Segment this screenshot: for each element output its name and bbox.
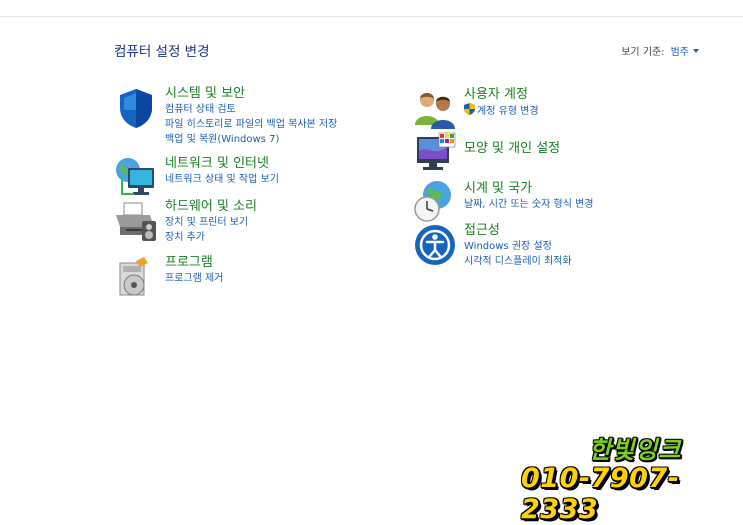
link-date-time-format[interactable]: 날짜, 시간 또는 숫자 형식 변경 (464, 197, 593, 212)
uac-shield-icon (464, 103, 475, 115)
category-title[interactable]: 모양 및 개인 설정 (464, 141, 560, 157)
view-by-label: 보기 기준: (621, 47, 665, 58)
link-file-history[interactable]: 파일 히스토리로 파일의 백업 복사본 저장 (165, 117, 337, 132)
category-title[interactable]: 시계 및 국가 (464, 181, 593, 197)
link-add-device[interactable]: 장치 추가 (165, 230, 257, 245)
clock-globe-icon (414, 181, 451, 222)
link-optimize-display[interactable]: 시각적 디스플레이 최적화 (464, 254, 572, 269)
link-devices-printers[interactable]: 장치 및 프린터 보기 (165, 215, 257, 230)
printer-icon (116, 202, 156, 241)
category-title[interactable]: 사용자 계정 (464, 87, 539, 103)
link-review-status[interactable]: 컴퓨터 상태 검토 (165, 102, 337, 117)
link-backup-restore[interactable]: 백업 및 복원(Windows 7) (165, 132, 337, 147)
page-title: 컴퓨터 설정 변경 (114, 44, 210, 60)
top-divider (0, 16, 743, 17)
category-title[interactable]: 시스템 및 보안 (165, 86, 337, 102)
category-title[interactable]: 접근성 (464, 223, 572, 239)
ease-of-access-icon (415, 225, 455, 265)
link-windows-recommended[interactable]: Windows 권장 설정 (464, 239, 572, 254)
shield-icon (120, 89, 152, 128)
view-by-value: 범주 (670, 47, 689, 58)
category-title[interactable]: 네트워크 및 인터넷 (165, 156, 279, 172)
link-uninstall-program[interactable]: 프로그램 제거 (165, 271, 223, 286)
watermark-name: 한빛잉크 (589, 436, 682, 464)
view-by-dropdown[interactable]: 범주 (671, 47, 699, 58)
category-title[interactable]: 프로그램 (165, 255, 223, 271)
chevron-down-icon (693, 49, 699, 53)
link-label: 계정 유형 변경 (477, 106, 539, 117)
link-network-status[interactable]: 네트워크 상태 및 작업 보기 (165, 172, 279, 187)
watermark-phone: 010-7907-2333 (521, 463, 680, 525)
link-change-account-type[interactable]: 계정 유형 변경 (464, 103, 539, 119)
view-by: 보기 기준: 범주 (621, 43, 699, 58)
programs-icon (119, 257, 148, 296)
network-globe-icon (116, 158, 154, 195)
appearance-icon (417, 132, 456, 170)
users-icon (415, 93, 455, 129)
category-title[interactable]: 하드웨어 및 소리 (165, 199, 257, 215)
